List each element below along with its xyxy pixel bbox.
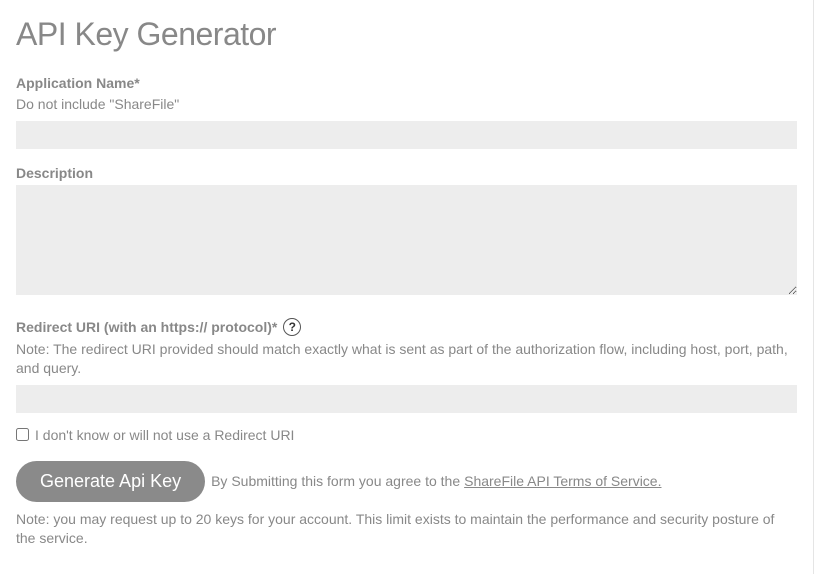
no-redirect-label: I don't know or will not use a Redirect … [35,427,294,443]
description-input[interactable] [16,185,797,295]
submit-row: Generate Api Key By Submitting this form… [16,461,797,502]
page-title: API Key Generator [16,16,797,53]
app-name-hint: Do not include "ShareFile" [16,95,797,115]
redirect-uri-note: Note: The redirect URI provided should m… [16,340,797,379]
tos-prefix: By Submitting this form you agree to the [211,473,460,489]
no-redirect-checkbox[interactable] [16,428,29,441]
app-name-group: Application Name* Do not include "ShareF… [16,75,797,149]
description-group: Description [16,165,797,300]
tos-link[interactable]: ShareFile API Terms of Service. [464,473,661,489]
redirect-uri-input[interactable] [16,385,797,413]
app-name-label: Application Name* [16,75,797,91]
help-icon[interactable]: ? [283,318,301,336]
footer-note: Note: you may request up to 20 keys for … [16,510,797,549]
no-redirect-row: I don't know or will not use a Redirect … [16,427,797,443]
redirect-uri-label: Redirect URI (with an https:// protocol)… [16,319,277,335]
redirect-uri-group: Redirect URI (with an https:// protocol)… [16,318,797,413]
generate-api-key-button[interactable]: Generate Api Key [16,461,205,502]
description-label: Description [16,165,797,181]
app-name-input[interactable] [16,121,797,149]
